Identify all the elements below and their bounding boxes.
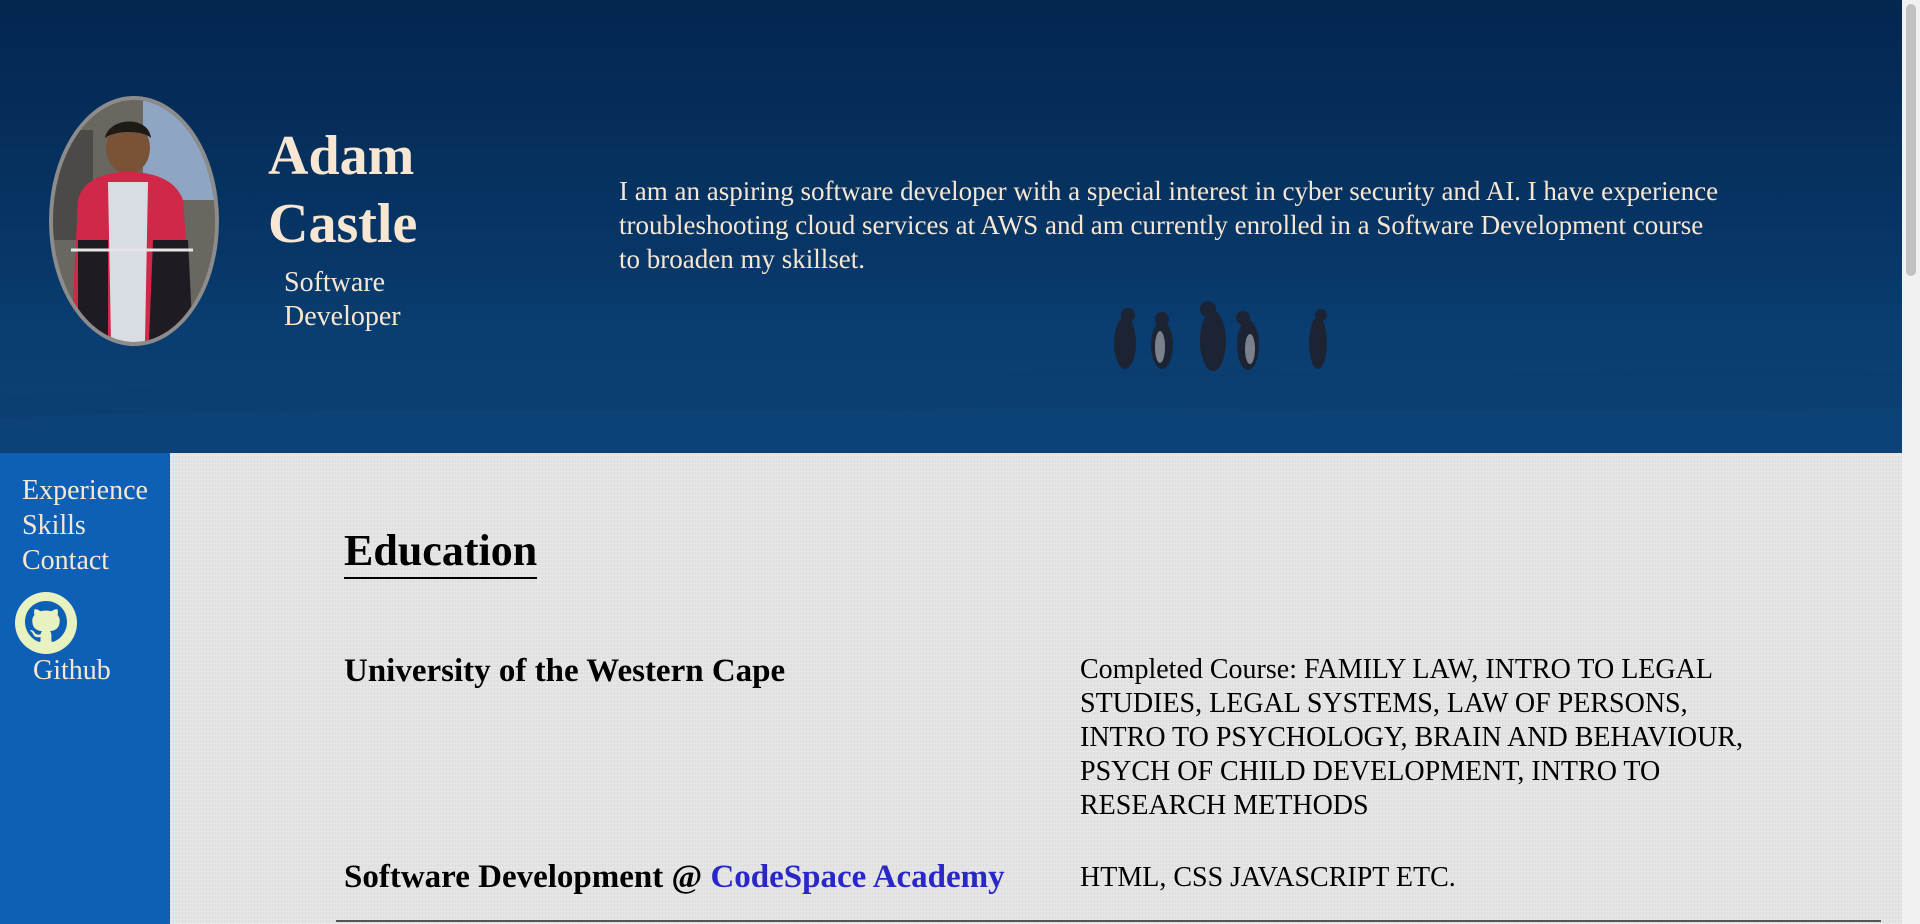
divider: [336, 920, 1881, 922]
scrollbar-thumb[interactable]: [1906, 4, 1916, 276]
snow-landscape-background: [0, 369, 1902, 453]
nav-link-contact[interactable]: Contact: [22, 543, 109, 578]
scrollbar[interactable]: [1902, 0, 1920, 924]
education-school-prefix: Software Development @: [344, 859, 711, 895]
person-name: Adam Castle: [268, 125, 418, 255]
sidebar-nav: Experience Skills Contact Github: [0, 453, 170, 924]
hero-header: Adam Castle Software Developer I am an a…: [0, 0, 1902, 453]
bio-text: I am an aspiring software developer with…: [619, 176, 1719, 274]
nav-link-skills[interactable]: Skills: [22, 508, 86, 543]
page: Adam Castle Software Developer I am an a…: [0, 0, 1902, 924]
github-icon[interactable]: [14, 591, 78, 655]
education-description: Completed Course: FAMILY LAW, INTRO TO L…: [1080, 654, 1744, 821]
section-title-education: Education: [344, 525, 538, 579]
job-title: Software Developer: [284, 267, 401, 332]
education-school: University of the Western Cape: [344, 653, 786, 689]
main-content: Education University of the Western Cape…: [170, 453, 1902, 924]
codespace-academy-link[interactable]: CodeSpace Academy: [710, 859, 1004, 895]
profile-photo: [53, 100, 215, 342]
education-school: Software Development @ CodeSpace Academy: [344, 857, 1005, 897]
education-description: HTML, CSS JAVASCRIPT ETC.: [1080, 862, 1456, 893]
penguins-silhouette: [1114, 301, 1327, 371]
nav-link-experience[interactable]: Experience: [22, 473, 148, 508]
github-link[interactable]: Github: [33, 653, 111, 688]
avatar: [49, 96, 219, 346]
